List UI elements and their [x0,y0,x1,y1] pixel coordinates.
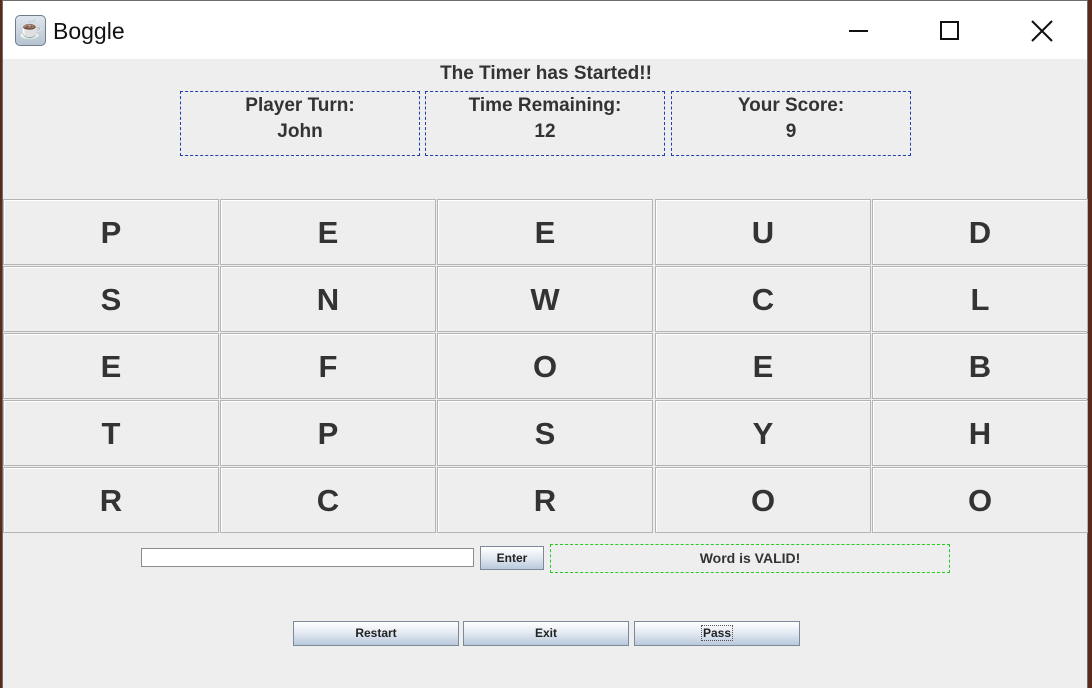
score-label: Your Score: [737,95,845,116]
word-validation-message: Word is VALID! [550,544,950,573]
letter-tile[interactable]: R [437,467,653,533]
title-bar[interactable]: ☕ Boggle [3,1,1087,59]
window-title: Boggle [53,18,125,44]
letter-tile[interactable]: E [437,199,653,265]
enter-button[interactable]: Enter [480,546,544,570]
minimize-button[interactable] [812,1,904,59]
letter-tile[interactable]: W [437,266,653,332]
player-turn-panel: Player Turn: John [180,91,420,156]
letter-tile[interactable]: O [437,333,653,399]
letter-tile[interactable]: E [220,199,436,265]
word-input[interactable] [141,548,474,567]
boggle-window: ☕ Boggle The Timer has Started!! Player … [2,0,1088,688]
letter-tile[interactable]: C [220,467,436,533]
time-remaining-label: Time Remaining: [468,95,622,116]
letter-tile[interactable]: S [3,266,219,332]
restart-button[interactable]: Restart [293,621,459,646]
letter-tile[interactable]: R [3,467,219,533]
letter-tile[interactable]: O [655,467,871,533]
close-button[interactable] [996,1,1088,59]
pass-button[interactable]: Pass [634,621,800,646]
letter-tile[interactable]: S [437,400,653,466]
letter-tile[interactable]: T [3,400,219,466]
maximize-icon [940,21,959,40]
score-panel: Your Score: 9 [671,91,911,156]
close-icon [1031,20,1053,42]
letter-tile[interactable]: N [220,266,436,332]
status-message: The Timer has Started!! [440,63,652,84]
java-cup-icon: ☕ [15,15,46,46]
pass-button-label: Pass [700,625,734,641]
letter-tile[interactable]: H [872,400,1088,466]
letter-tile[interactable]: D [872,199,1088,265]
maximize-button[interactable] [904,1,996,59]
player-turn-value: John [277,121,323,142]
minimize-icon [849,30,868,32]
letter-tile[interactable]: C [655,266,871,332]
letter-tile[interactable]: L [872,266,1088,332]
letter-tile[interactable]: Y [655,400,871,466]
letter-tile[interactable]: O [872,467,1088,533]
letter-tile[interactable]: P [220,400,436,466]
letter-tile[interactable]: E [3,333,219,399]
letter-tile[interactable]: F [220,333,436,399]
letter-tile[interactable]: U [655,199,871,265]
score-value: 9 [785,121,797,142]
time-remaining-panel: Time Remaining: 12 [425,91,665,156]
letter-tile[interactable]: E [655,333,871,399]
player-turn-label: Player Turn: [245,95,355,116]
exit-button[interactable]: Exit [463,621,629,646]
time-remaining-value: 12 [534,121,556,142]
letter-tile[interactable]: B [872,333,1088,399]
letter-tile[interactable]: P [3,199,219,265]
